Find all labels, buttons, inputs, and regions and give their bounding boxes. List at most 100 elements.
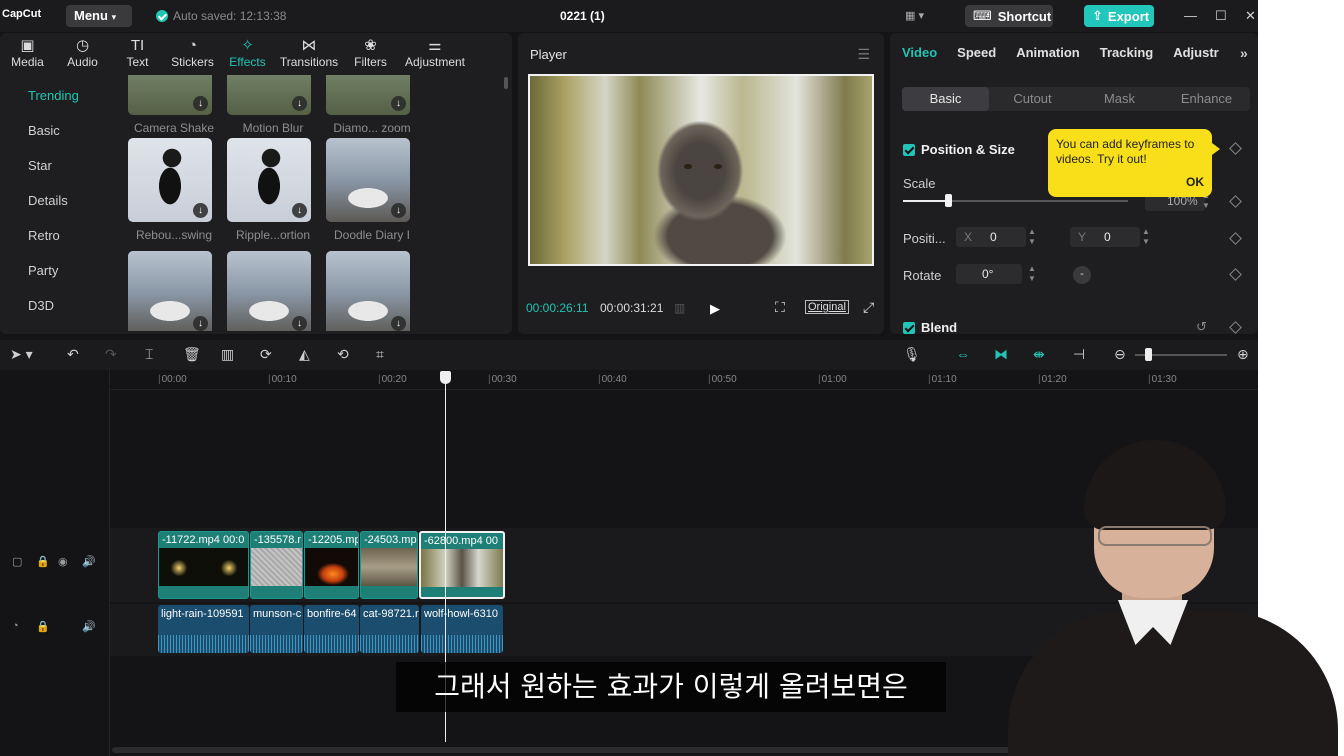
fullscreen-icon[interactable]: ⤢ bbox=[863, 299, 874, 316]
effect-thumbnail[interactable]: ↓ bbox=[227, 251, 311, 331]
download-icon[interactable]: ↓ bbox=[391, 96, 406, 111]
shortcut-button[interactable]: ⌨ Shortcut bbox=[965, 5, 1053, 27]
effect-thumbnail[interactable]: ↓ bbox=[128, 75, 212, 115]
video-preview[interactable] bbox=[528, 74, 874, 266]
delete-icon[interactable]: 🗑 bbox=[183, 346, 201, 363]
rotate-dial-icon[interactable]: - bbox=[1073, 266, 1091, 284]
position-y-input[interactable]: Y0 bbox=[1070, 227, 1140, 247]
tab-text[interactable]: TI Text bbox=[110, 33, 165, 75]
eye-icon[interactable]: ◉ bbox=[58, 555, 68, 568]
inspector-tab-animation[interactable]: Animation bbox=[1016, 45, 1080, 60]
inspector-tab-video[interactable]: Video bbox=[902, 45, 937, 60]
speaker-icon[interactable]: 🔊 bbox=[82, 555, 96, 568]
scale-slider-handle[interactable] bbox=[945, 194, 952, 207]
audio-clip[interactable]: wolf-howl-6310 bbox=[421, 605, 503, 653]
inspector-tab-adjustr[interactable]: Adjustr bbox=[1173, 45, 1219, 60]
keyframe-icon[interactable] bbox=[1229, 268, 1242, 281]
frame-grid-icon[interactable]: ▥ bbox=[674, 301, 685, 315]
keyframe-icon[interactable] bbox=[1229, 195, 1242, 208]
audio-track-icon[interactable]: ◔ bbox=[12, 620, 19, 632]
rotate-stepper[interactable]: ▲ ▼ bbox=[1026, 264, 1038, 284]
playhead-handle[interactable] bbox=[440, 371, 451, 384]
effect-card[interactable]: ↓ bbox=[128, 251, 212, 331]
split-icon[interactable]: ⌶ bbox=[145, 346, 153, 363]
effect-thumbnail[interactable]: ↓ bbox=[326, 138, 410, 222]
speaker-icon[interactable]: 🔊 bbox=[82, 620, 96, 633]
layout-icon[interactable]: ▦ ▾ bbox=[905, 9, 933, 23]
lock-icon[interactable]: 🔒 bbox=[36, 620, 50, 633]
effect-card[interactable]: ↓ Camera Shake bbox=[128, 75, 214, 135]
download-icon[interactable]: ↓ bbox=[193, 316, 208, 331]
menu-button[interactable]: Menu ▾ bbox=[66, 5, 132, 27]
maximize-icon[interactable]: ☐ bbox=[1215, 8, 1227, 24]
effect-thumbnail[interactable]: ↓ bbox=[128, 138, 212, 222]
snapshot-icon[interactable]: ⛶ bbox=[775, 299, 785, 316]
cover-icon[interactable]: ▢ bbox=[12, 555, 22, 568]
effect-card[interactable]: ↓ bbox=[227, 251, 311, 331]
tab-transitions[interactable]: ⋈ Transitions bbox=[275, 33, 343, 75]
redo-icon[interactable]: ↷ bbox=[105, 346, 117, 363]
inspector-tab-tracking[interactable]: Tracking bbox=[1100, 45, 1153, 60]
link-icon[interactable]: ⇼ bbox=[1033, 346, 1045, 363]
microphone-icon[interactable]: 🎙 bbox=[903, 346, 921, 363]
blend-section[interactable]: Blend bbox=[903, 320, 957, 334]
position-size-section[interactable]: Position & Size bbox=[903, 142, 1015, 157]
zoom-slider-handle[interactable] bbox=[1145, 348, 1152, 361]
ratio-button[interactable]: Original bbox=[805, 300, 849, 314]
category-star[interactable]: Star bbox=[0, 158, 118, 193]
tab-audio[interactable]: ◷ Audio bbox=[55, 33, 110, 75]
main-track-magnet-icon[interactable]: ⇔ bbox=[956, 346, 970, 362]
inspector-tab-speed[interactable]: Speed bbox=[957, 45, 996, 60]
download-icon[interactable]: ↓ bbox=[391, 203, 406, 218]
auto-snap-icon[interactable]: ⧓ bbox=[994, 346, 1008, 363]
keyframe-icon[interactable] bbox=[1229, 142, 1242, 155]
effect-thumbnail[interactable]: ↓ bbox=[227, 75, 311, 115]
x-stepper[interactable]: ▲ ▼ bbox=[1026, 227, 1038, 247]
tab-effects[interactable]: ✧ Effects bbox=[220, 33, 275, 75]
undo-icon[interactable]: ↶ bbox=[67, 346, 79, 363]
tab-filters[interactable]: ❀ Filters bbox=[343, 33, 398, 75]
category-basic[interactable]: Basic bbox=[0, 123, 118, 158]
download-icon[interactable]: ↓ bbox=[391, 316, 406, 331]
video-clip[interactable]: -24503.mp bbox=[360, 531, 418, 599]
tooltip-ok-button[interactable]: OK bbox=[1186, 175, 1204, 190]
tab-media[interactable]: ▣ Media bbox=[0, 33, 55, 75]
effect-thumbnail[interactable]: ↓ bbox=[326, 251, 410, 331]
export-button[interactable]: ⇪ Export bbox=[1084, 5, 1154, 27]
effect-card[interactable]: ↓ Diamo... zoom bbox=[326, 75, 411, 135]
effect-card[interactable]: ↓ Doodle Diary I bbox=[326, 138, 410, 242]
category-party[interactable]: Party bbox=[0, 263, 118, 298]
rotate-icon[interactable]: ⟲ bbox=[337, 346, 349, 363]
audio-clip[interactable]: cat-98721.r bbox=[360, 605, 419, 653]
effect-card[interactable]: ↓ bbox=[326, 251, 410, 331]
category-d3d[interactable]: D3D bbox=[0, 298, 118, 333]
menu-icon[interactable]: ☰ bbox=[857, 46, 870, 63]
zoom-out-icon[interactable]: ⊖ bbox=[1114, 346, 1126, 363]
keyframe-icon[interactable] bbox=[1229, 321, 1242, 334]
category-retro[interactable]: Retro bbox=[0, 228, 118, 263]
video-clip[interactable]: -62800.mp4 00 bbox=[419, 531, 505, 599]
tab-stickers[interactable]: ◔ Stickers bbox=[165, 33, 220, 75]
video-clip[interactable]: -11722.mp4 00:0 bbox=[158, 531, 249, 599]
play-icon[interactable]: ▶ bbox=[710, 301, 720, 317]
subtab-enhance[interactable]: Enhance bbox=[1163, 87, 1250, 111]
timeline-ruler[interactable]: 00:00 00:10 00:20 00:30 00:40 00:50 01:00 01:10… bbox=[110, 370, 1258, 390]
effect-thumbnail[interactable]: ↓ bbox=[128, 251, 212, 331]
preview-axis-icon[interactable]: ⊣ bbox=[1073, 346, 1085, 363]
effect-card[interactable]: ↓ Ripple...ortion bbox=[227, 138, 311, 242]
audio-clip[interactable]: light-rain-109591 bbox=[158, 605, 249, 653]
download-icon[interactable]: ↓ bbox=[193, 203, 208, 218]
download-icon[interactable]: ↓ bbox=[292, 316, 307, 331]
effect-thumbnail[interactable]: ↓ bbox=[227, 138, 311, 222]
checkbox-icon[interactable] bbox=[903, 143, 915, 156]
video-clip[interactable]: -12205.mp bbox=[304, 531, 359, 599]
minimize-icon[interactable]: — bbox=[1184, 8, 1197, 23]
tab-adjustment[interactable]: ⚌ Adjustment bbox=[398, 33, 472, 75]
effects-scrollbar[interactable] bbox=[504, 77, 508, 89]
effect-thumbnail[interactable]: ↓ bbox=[326, 75, 410, 115]
freeze-icon[interactable]: ▥ bbox=[221, 346, 234, 363]
category-details[interactable]: Details bbox=[0, 193, 118, 228]
effect-card[interactable]: ↓ Motion Blur bbox=[227, 75, 311, 135]
audio-clip[interactable]: munson-c bbox=[250, 605, 303, 653]
rotate-input[interactable]: 0° bbox=[956, 264, 1022, 284]
